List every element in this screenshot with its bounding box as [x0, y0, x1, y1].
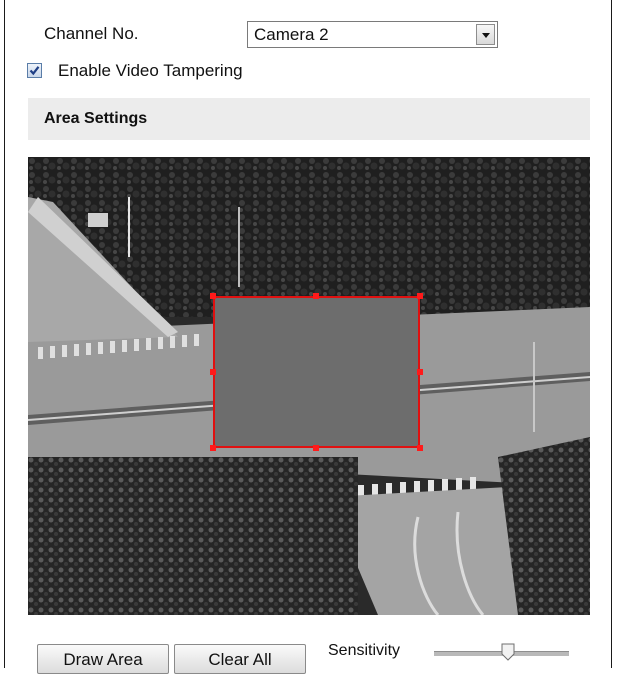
resize-handle-e[interactable]: [417, 369, 423, 375]
area-settings-header: Area Settings: [28, 98, 590, 140]
enable-tampering-label: Enable Video Tampering: [58, 61, 243, 80]
enable-tampering-checkbox[interactable]: [27, 63, 42, 78]
tamper-area-rectangle[interactable]: [213, 296, 420, 448]
resize-handle-w[interactable]: [210, 369, 216, 375]
clear-all-button[interactable]: Clear All: [174, 644, 306, 674]
sensitivity-slider-thumb[interactable]: [501, 643, 515, 661]
sensitivity-label: Sensitivity: [328, 642, 401, 659]
draw-area-button[interactable]: Draw Area: [37, 644, 169, 674]
channel-select-value: Camera 2: [254, 25, 329, 44]
channel-select[interactable]: Camera 2: [247, 21, 498, 48]
channel-label: Channel No.: [44, 24, 139, 43]
resize-handle-s[interactable]: [313, 445, 319, 451]
chevron-down-icon[interactable]: [476, 24, 495, 45]
resize-handle-n[interactable]: [313, 293, 319, 299]
area-settings-title: Area Settings: [44, 110, 148, 127]
resize-handle-nw[interactable]: [210, 293, 216, 299]
checkmark-icon: [29, 66, 40, 76]
video-preview[interactable]: [28, 157, 590, 615]
resize-handle-sw[interactable]: [210, 445, 216, 451]
resize-handle-se[interactable]: [417, 445, 423, 451]
resize-handle-ne[interactable]: [417, 293, 423, 299]
